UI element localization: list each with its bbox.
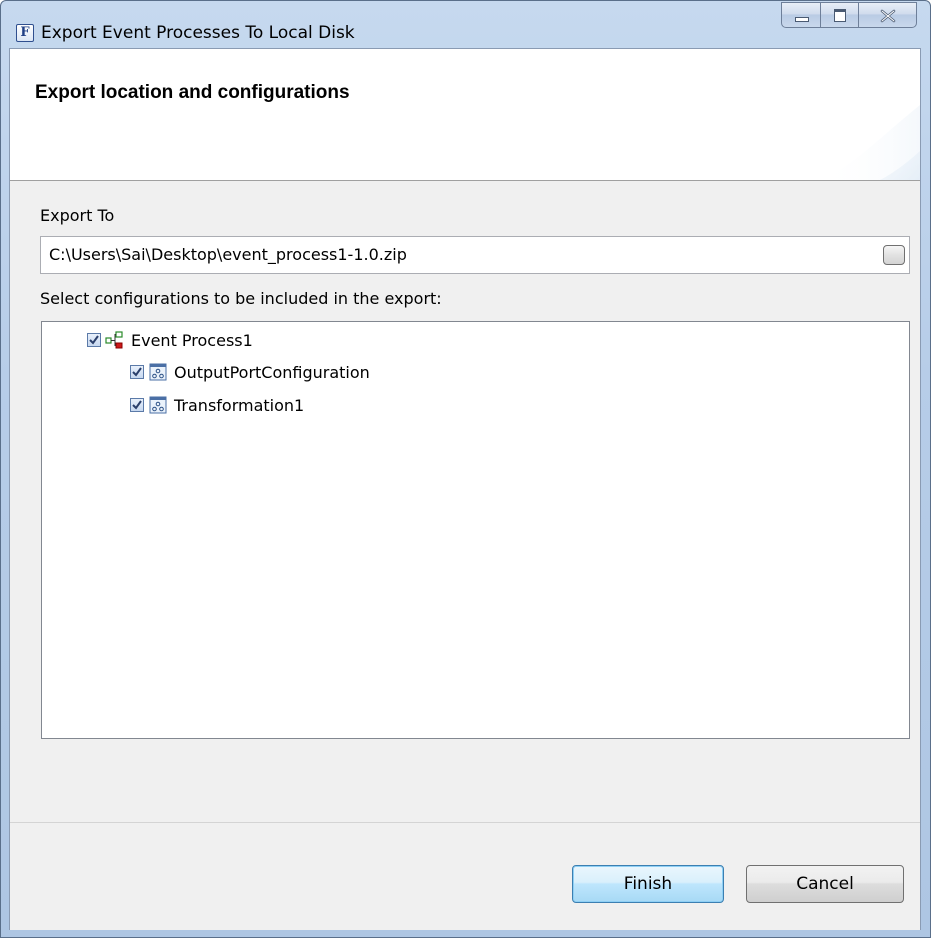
tree-item-label: Event Process1	[131, 330, 253, 350]
event-process-checkbox[interactable]	[87, 333, 101, 347]
checkmark-icon	[132, 400, 142, 410]
tree-item-transformation[interactable]: Transformation1	[130, 393, 304, 417]
transformation-checkbox[interactable]	[130, 398, 144, 412]
dialog-body: Export To C:\Users\Sai\Desktop\event_pro…	[10, 181, 920, 822]
close-button[interactable]	[859, 2, 917, 28]
app-f-icon: F	[16, 24, 34, 42]
page-title: Export location and configurations	[35, 82, 350, 103]
browse-button[interactable]	[883, 245, 905, 265]
button-bar: Finish Cancel	[10, 822, 920, 930]
header-banner: Export location and configurations	[10, 49, 920, 181]
dialog-content: Export location and configurations Expor…	[9, 48, 921, 930]
tree-item-output-port-configuration[interactable]: OutputPortConfiguration	[130, 360, 370, 384]
configuration-icon	[148, 363, 168, 381]
export-path-value[interactable]: C:\Users\Sai\Desktop\event_process1-1.0.…	[49, 245, 407, 264]
configurations-label: Select configurations to be included in …	[40, 289, 442, 308]
maximize-button[interactable]	[821, 2, 859, 28]
export-to-label: Export To	[40, 206, 115, 225]
checkmark-icon	[132, 367, 142, 377]
export-path-field[interactable]: C:\Users\Sai\Desktop\event_process1-1.0.…	[40, 236, 910, 274]
minimize-icon	[795, 17, 809, 22]
window-title: Export Event Processes To Local Disk	[41, 23, 355, 43]
window-controls	[781, 2, 917, 30]
output-port-checkbox[interactable]	[130, 365, 144, 379]
configuration-icon	[148, 396, 168, 414]
tree-item-label: Transformation1	[174, 395, 305, 415]
maximize-icon	[834, 9, 846, 22]
banner-decoration	[820, 105, 920, 180]
checkmark-icon	[89, 335, 99, 345]
event-process-icon	[105, 331, 125, 349]
close-icon	[880, 9, 896, 23]
minimize-button[interactable]	[781, 2, 821, 28]
cancel-button[interactable]: Cancel	[746, 865, 904, 903]
tree-item-event-process[interactable]: Event Process1	[87, 328, 253, 352]
finish-button[interactable]: Finish	[572, 865, 724, 903]
configurations-tree[interactable]: Event Process1 OutputPortConfiguration T…	[41, 321, 910, 739]
tree-item-label: OutputPortConfiguration	[174, 362, 370, 382]
export-dialog-window: F Export Event Processes To Local Disk E…	[0, 0, 931, 938]
title-bar[interactable]: F Export Event Processes To Local Disk	[1, 1, 930, 43]
